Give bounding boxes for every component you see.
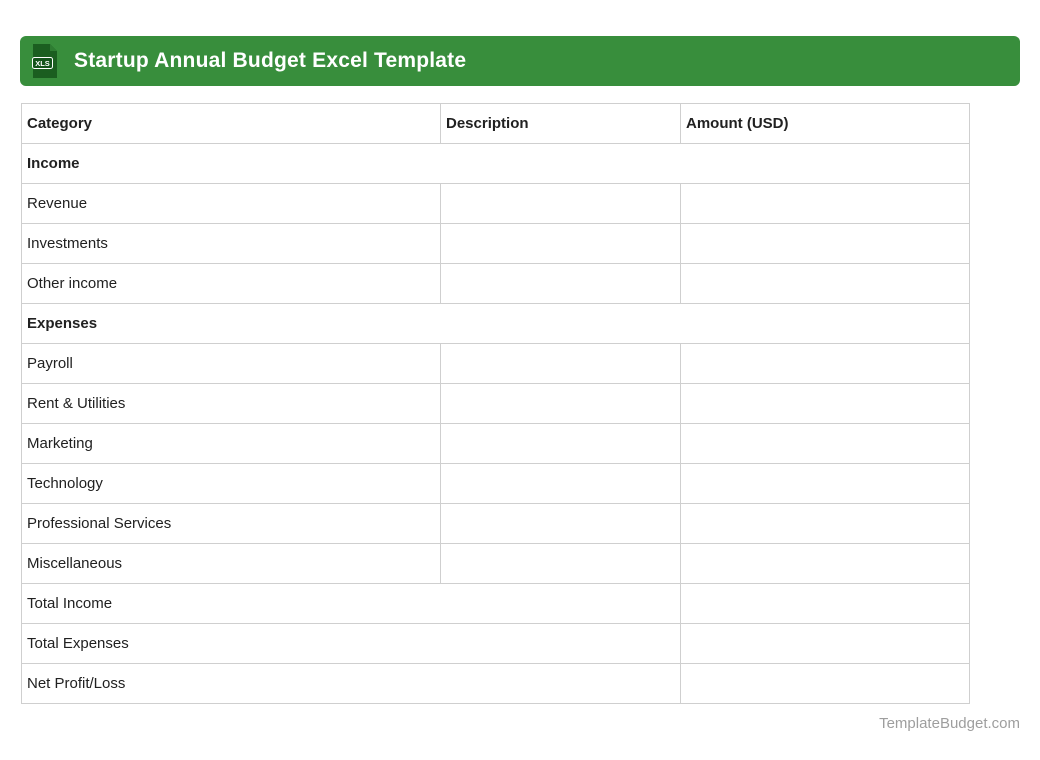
budget-table: Category Description Amount (USD) Income Rev… (21, 103, 970, 704)
description-cell (440, 263, 681, 304)
summary-amount-cell (680, 663, 970, 704)
category-cell: Miscellaneous (21, 543, 441, 584)
category-cell: Payroll (21, 343, 441, 384)
section-label: Income (21, 143, 970, 184)
description-cell (440, 183, 681, 224)
template-header-bar: XLS Startup Annual Budget Excel Template (20, 36, 1020, 86)
amount-cell (680, 423, 970, 464)
item-row: Technology (21, 463, 970, 504)
item-row: Payroll (21, 343, 970, 384)
amount-cell (680, 543, 970, 584)
item-row: Rent & Utilities (21, 383, 970, 424)
page-title: Startup Annual Budget Excel Template (74, 49, 467, 72)
category-cell: Investments (21, 223, 441, 264)
budget-table-body: Category Description Amount (USD) Income Rev… (21, 103, 970, 704)
category-cell: Professional Services (21, 503, 441, 544)
category-cell: Other income (21, 263, 441, 304)
summary-label-cell: Total Income (21, 583, 681, 624)
amount-cell (680, 343, 970, 384)
summary-amount-cell (680, 623, 970, 664)
summary-label-cell: Total Expenses (21, 623, 681, 664)
amount-cell (680, 463, 970, 504)
summary-row: Net Profit/Loss (21, 663, 970, 704)
item-row: Professional Services (21, 503, 970, 544)
item-row: Marketing (21, 423, 970, 464)
section-label: Expenses (21, 303, 970, 344)
column-header-0: Category (21, 103, 441, 144)
item-row: Investments (21, 223, 970, 264)
amount-cell (680, 183, 970, 224)
amount-cell (680, 503, 970, 544)
xls-file-icon: XLS (32, 44, 57, 78)
description-cell (440, 543, 681, 584)
category-cell: Rent & Utilities (21, 383, 441, 424)
description-cell (440, 383, 681, 424)
category-cell: Revenue (21, 183, 441, 224)
footer-brand-text: TemplateBudget.com (879, 715, 1020, 732)
description-cell (440, 423, 681, 464)
description-cell (440, 463, 681, 504)
column-header-2: Amount (USD) (680, 103, 970, 144)
item-row: Miscellaneous (21, 543, 970, 584)
summary-row: Total Income (21, 583, 970, 624)
item-row: Revenue (21, 183, 970, 224)
section-row: Expenses (21, 303, 970, 344)
column-header-1: Description (440, 103, 681, 144)
summary-amount-cell (680, 583, 970, 624)
category-cell: Technology (21, 463, 441, 504)
summary-row: Total Expenses (21, 623, 970, 664)
summary-label-cell: Net Profit/Loss (21, 663, 681, 704)
item-row: Other income (21, 263, 970, 304)
section-row: Income (21, 143, 970, 184)
description-cell (440, 503, 681, 544)
amount-cell (680, 223, 970, 264)
description-cell (440, 343, 681, 384)
category-cell: Marketing (21, 423, 441, 464)
amount-cell (680, 263, 970, 304)
xls-icon-label: XLS (35, 59, 50, 68)
description-cell (440, 223, 681, 264)
amount-cell (680, 383, 970, 424)
table-header-row: Category Description Amount (USD) (21, 103, 970, 144)
